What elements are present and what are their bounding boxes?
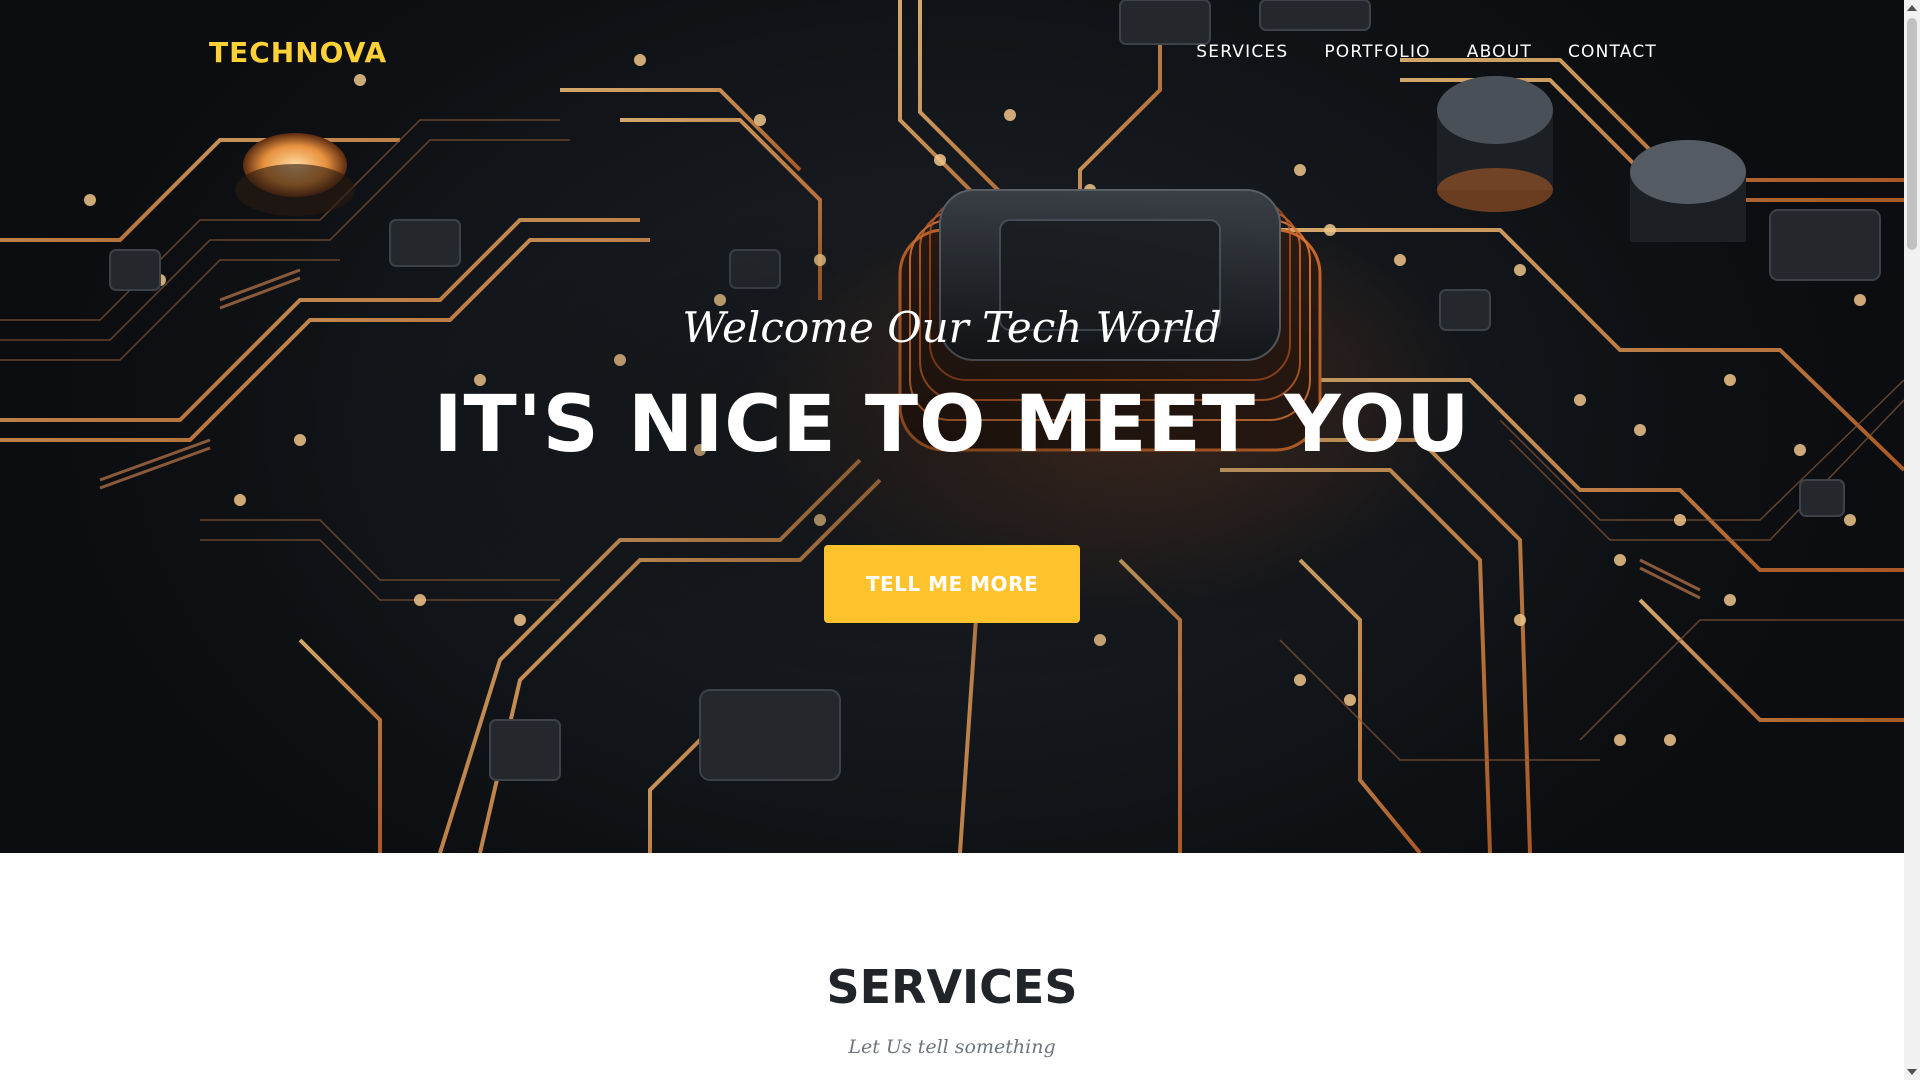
scroll-down-arrow-icon[interactable]: [1904, 1064, 1920, 1080]
nav-link-contact[interactable]: CONTACT: [1568, 42, 1657, 62]
nav-link-portfolio[interactable]: PORTFOLIO: [1324, 42, 1430, 62]
scroll-up-arrow-icon[interactable]: [1904, 0, 1920, 16]
main-nav: SERVICES PORTFOLIO ABOUT CONTACT: [1196, 42, 1657, 62]
page: TECHNOVA SERVICES PORTFOLIO ABOUT CONTAC…: [0, 0, 1920, 1080]
hero-subheading: Welcome Our Tech World: [682, 303, 1222, 352]
services-heading: SERVICES: [826, 960, 1078, 1014]
vertical-scrollbar[interactable]: [1904, 0, 1920, 1080]
services-subheading: Let Us tell something: [848, 1036, 1056, 1058]
viewport: TECHNOVA SERVICES PORTFOLIO ABOUT CONTAC…: [0, 0, 1904, 1080]
tell-me-more-button[interactable]: TELL ME MORE: [824, 545, 1080, 623]
hero-section: TECHNOVA SERVICES PORTFOLIO ABOUT CONTAC…: [0, 0, 1904, 853]
nav-link-about[interactable]: ABOUT: [1467, 42, 1532, 62]
brand-logo[interactable]: TECHNOVA: [209, 36, 387, 69]
hero-heading: IT'S NICE TO MEET YOU: [433, 380, 1471, 470]
scrollbar-thumb[interactable]: [1907, 18, 1917, 250]
nav-link-services[interactable]: SERVICES: [1196, 42, 1288, 62]
